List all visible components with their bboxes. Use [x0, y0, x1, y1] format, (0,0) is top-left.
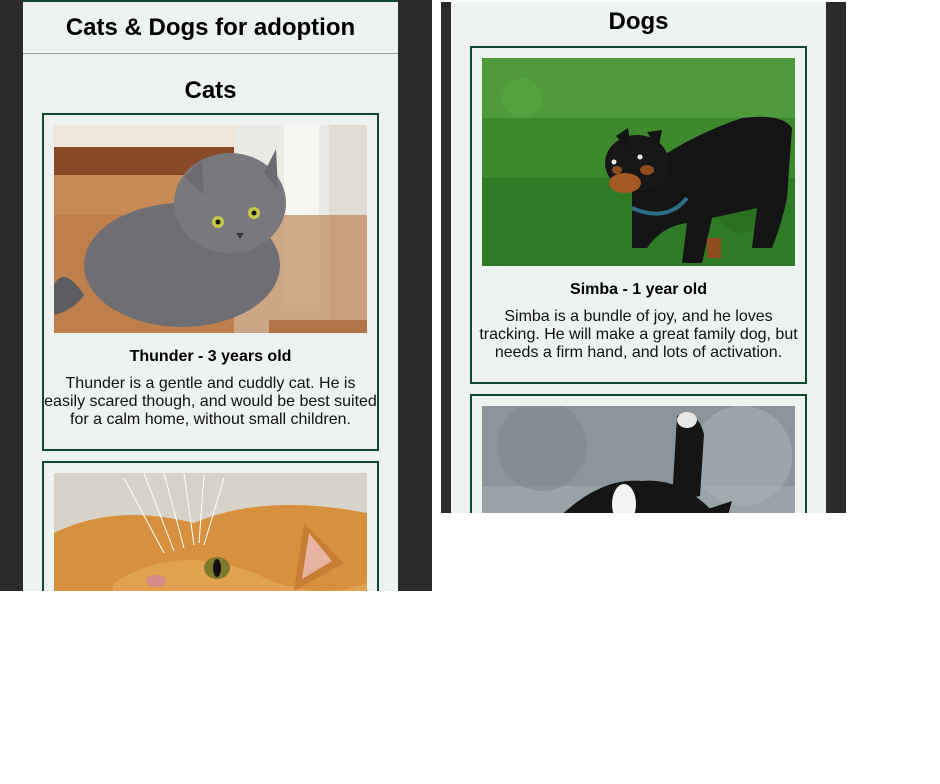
site-header: Cats & Dogs for adoption	[23, 2, 398, 54]
dog-photo-image	[482, 406, 795, 513]
page-cats: Cats & Dogs for adoption Cats Thunder - …	[23, 0, 398, 591]
photo-thunder-cat	[54, 125, 367, 333]
pet-description: Simba is a bundle of joy, and he loves t…	[479, 308, 798, 361]
pet-description: Thunder is a gentle and cuddly cat. He i…	[44, 375, 377, 428]
mobile-preview-left: Cats & Dogs for adoption Cats Thunder - …	[0, 0, 432, 591]
pet-name: Thunder - 3 years old	[129, 348, 292, 365]
pet-name: Simba - 1 year old	[570, 281, 707, 298]
photo-border-collie	[482, 406, 795, 513]
pet-card-ginger-cat	[42, 461, 379, 591]
cat-photo-image	[54, 473, 367, 591]
pet-card-second-dog	[470, 394, 807, 513]
pet-card-thunder: Thunder - 3 years old Thunder is a gentl…	[42, 113, 379, 451]
cat-photo-image	[54, 125, 367, 333]
page-dogs: Dogs Simba - 1 year old Simba is a bundl…	[451, 2, 826, 513]
section-title-cats: Cats	[184, 77, 237, 104]
section-title-dogs: Dogs	[608, 8, 669, 35]
photo-simba-dog	[482, 58, 795, 266]
photo-ginger-cat	[54, 473, 367, 591]
site-title: Cats & Dogs for adoption	[65, 13, 356, 41]
mobile-preview-right: Dogs Simba - 1 year old Simba is a bundl…	[441, 2, 846, 513]
pet-card-simba: Simba - 1 year old Simba is a bundle of …	[470, 46, 807, 384]
dog-photo-image	[482, 58, 795, 266]
